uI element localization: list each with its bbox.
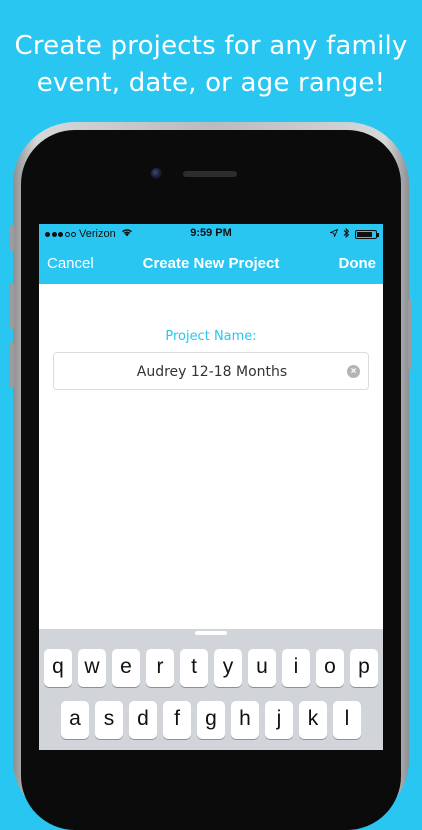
key-l[interactable]: l [333,701,361,739]
power-button [408,300,412,370]
key-g[interactable]: g [197,701,225,739]
key-d[interactable]: d [129,701,157,739]
nav-title: Create New Project [142,255,280,272]
location-arrow-icon [329,228,339,240]
battery-icon [355,230,379,239]
promo-headline: Create projects for any family event, da… [0,28,422,102]
navigation-bar: Cancel Create New Project Done [39,244,383,284]
done-button[interactable]: Done [339,255,377,272]
project-name-label: Project Name: [165,329,257,344]
key-w[interactable]: w [78,649,106,687]
project-name-field[interactable]: Audrey 12-18 Months × [53,352,369,390]
volume-down-button [10,342,14,388]
key-y[interactable]: y [214,649,242,687]
keyboard-row-1: qwertyuiop [39,649,383,687]
keyboard-row-2: asdfghjkl [39,701,383,739]
key-k[interactable]: k [299,701,327,739]
key-e[interactable]: e [112,649,140,687]
bluetooth-icon [343,227,350,241]
keyboard: qwertyuiop asdfghjkl [39,629,383,750]
front-camera [151,168,162,179]
status-bar: Verizon 9:59 PM [39,224,383,244]
key-u[interactable]: u [248,649,276,687]
key-f[interactable]: f [163,701,191,739]
key-p[interactable]: p [350,649,378,687]
clear-text-icon[interactable]: × [347,365,360,378]
key-a[interactable]: a [61,701,89,739]
key-i[interactable]: i [282,649,310,687]
promo-line-1: Create projects for any family [14,31,408,61]
keyboard-grabber [195,631,227,635]
earpiece-speaker [183,171,237,177]
status-bar-right [329,227,379,241]
promo-line-2: event, date, or age range! [36,68,386,98]
key-o[interactable]: o [316,649,344,687]
key-r[interactable]: r [146,649,174,687]
key-s[interactable]: s [95,701,123,739]
volume-up-button [10,283,14,329]
project-name-value[interactable]: Audrey 12-18 Months [54,364,370,380]
key-t[interactable]: t [180,649,208,687]
key-h[interactable]: h [231,701,259,739]
mute-switch [10,225,14,251]
key-j[interactable]: j [265,701,293,739]
phone-screen: Verizon 9:59 PM Cancel Create New Projec… [39,224,383,750]
key-q[interactable]: q [44,649,72,687]
